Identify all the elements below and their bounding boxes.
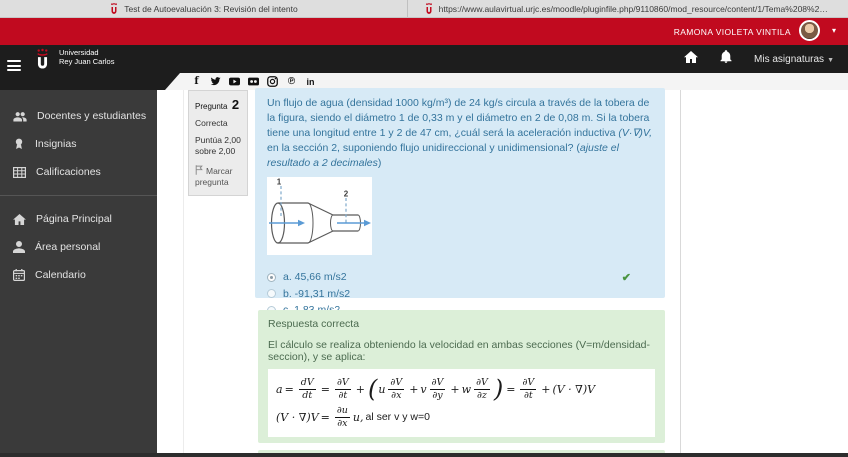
pinterest-icon[interactable]: ℗ bbox=[286, 76, 297, 87]
logo-text-line1: Universidad bbox=[59, 48, 99, 57]
sidebar-item-calendario[interactable]: Calendario bbox=[0, 261, 157, 289]
user-topbar: RAMONA VIOLETA VINTILA ▾ bbox=[0, 18, 848, 45]
feedback-general: Respuesta correcta El cálculo se realiza… bbox=[258, 310, 665, 443]
chevron-down-icon: ▼ bbox=[827, 56, 834, 64]
users-icon bbox=[13, 111, 27, 121]
user-menu-caret-icon[interactable]: ▾ bbox=[832, 26, 836, 35]
youtube-icon[interactable] bbox=[229, 76, 240, 87]
flag-question-button[interactable]: Marcar pregunta bbox=[195, 165, 242, 188]
user-name: RAMONA VIOLETA VINTILA bbox=[673, 27, 791, 37]
question-state: Correcta bbox=[195, 118, 228, 128]
sidebar-item-pagina-principal[interactable]: Página Principal bbox=[0, 205, 157, 233]
question-label: Pregunta bbox=[195, 102, 228, 111]
urjc-logo[interactable]: Universidad Rey Juan Carlos bbox=[34, 48, 114, 72]
sidebar-item-label: Calendario bbox=[35, 269, 86, 281]
sidebar: Docentes y estudiantes Insignias Calific… bbox=[0, 90, 157, 457]
bottom-window-edge bbox=[0, 453, 848, 457]
content-left-border bbox=[183, 90, 184, 457]
urjc-favicon-icon bbox=[111, 2, 118, 14]
radio-option-a[interactable] bbox=[267, 272, 276, 282]
sidebar-item-label: Docentes y estudiantes bbox=[37, 110, 147, 122]
sidebar-item-docentes[interactable]: Docentes y estudiantes bbox=[0, 102, 157, 130]
my-courses-menu[interactable]: Mis asignaturas ▼ bbox=[754, 54, 834, 65]
section-1-label: 1 bbox=[277, 178, 282, 187]
tab-title: Test de Autoevaluación 3: Revisión del i… bbox=[124, 3, 298, 14]
user-icon bbox=[13, 241, 25, 253]
sidebar-item-label: Página Principal bbox=[36, 213, 112, 225]
question-number: 2 bbox=[231, 97, 240, 112]
sidebar-item-label: Calificaciones bbox=[36, 166, 101, 178]
main-navbar: Universidad Rey Juan Carlos f ℗ in Mis a… bbox=[0, 45, 848, 90]
formula-block: a = dV dt = ∂V ∂t + ( u ∂V ∂x + v ∂V ∂y + w … bbox=[268, 369, 655, 437]
linkedin-icon[interactable]: in bbox=[305, 76, 316, 87]
option-b-label: b. -91,31 m/s2 bbox=[283, 287, 351, 300]
browser-tab-pdf[interactable]: https://www.aulavirtual.urjc.es/moodle/p… bbox=[408, 0, 848, 17]
feedback-explanation: El cálculo se realiza obteniendo la velo… bbox=[268, 339, 651, 363]
feedback-title: Respuesta correcta bbox=[268, 318, 360, 330]
sidebar-divider bbox=[0, 195, 157, 196]
sidebar-item-area-personal[interactable]: Área personal bbox=[0, 233, 157, 261]
formula-line-2: (V · ∇)V = ∂u ∂x u, al ser v y w=0 bbox=[276, 405, 430, 429]
option-a-label: a. 45,66 m/s2 bbox=[283, 271, 347, 284]
question-info-panel: Pregunta 2 Correcta Puntúa 2,00 sobre 2,… bbox=[188, 90, 248, 196]
avatar[interactable] bbox=[799, 20, 820, 41]
answer-option-a[interactable]: a. 45,66 m/s2 ✔ bbox=[267, 269, 653, 286]
screen: Test de Autoevaluación 3: Revisión del i… bbox=[0, 0, 848, 457]
twitter-icon[interactable] bbox=[210, 76, 221, 87]
question-box: Un flujo de agua (densidad 1000 kg/m³) d… bbox=[255, 88, 665, 333]
sidebar-item-label: Insignias bbox=[35, 138, 77, 150]
radio-option-b[interactable] bbox=[267, 289, 276, 299]
urjc-favicon-icon bbox=[425, 2, 432, 14]
flag-question-label2: pregunta bbox=[195, 177, 229, 187]
sidebar-item-calificaciones[interactable]: Calificaciones bbox=[0, 158, 157, 186]
calendar-icon bbox=[13, 269, 25, 281]
facebook-icon[interactable]: f bbox=[191, 76, 202, 87]
navbar-right: Mis asignaturas ▼ bbox=[684, 45, 848, 73]
tab-title-url: https://www.aulavirtual.urjc.es/moodle/p… bbox=[438, 3, 833, 14]
notifications-bell-icon[interactable] bbox=[720, 50, 732, 68]
flag-icon bbox=[195, 165, 203, 175]
question-text: Un flujo de agua (densidad 1000 kg/m³) d… bbox=[267, 97, 653, 169]
formula-line-1: a = dV dt = ∂V ∂t + ( u ∂V ∂x + v ∂V ∂y + w … bbox=[276, 375, 596, 403]
logo-text-line2: Rey Juan Carlos bbox=[59, 57, 115, 66]
nozzle-diagram: 1 2 bbox=[267, 177, 372, 255]
content-right-border bbox=[680, 90, 681, 457]
flickr-icon[interactable] bbox=[248, 76, 259, 87]
home-icon[interactable] bbox=[684, 50, 699, 68]
feedback-section: Respuesta correcta El cálculo se realiza… bbox=[258, 310, 665, 457]
sidebar-item-insignias[interactable]: Insignias bbox=[0, 130, 157, 158]
instagram-icon[interactable] bbox=[267, 76, 278, 87]
answer-option-b[interactable]: b. -91,31 m/s2 bbox=[267, 286, 653, 303]
section-2-label: 2 bbox=[344, 190, 349, 199]
badge-icon bbox=[15, 138, 23, 149]
urjc-logo-icon bbox=[37, 48, 48, 69]
browser-tab-bar: Test de Autoevaluación 3: Revisión del i… bbox=[0, 0, 848, 18]
sidebar-item-label: Área personal bbox=[35, 241, 101, 253]
correct-check-icon: ✔ bbox=[621, 272, 631, 284]
question-grade-line1: Puntúa 2,00 bbox=[195, 135, 241, 145]
home-icon bbox=[13, 213, 26, 225]
grades-table-icon bbox=[13, 166, 26, 178]
browser-tab-moodle[interactable]: Test de Autoevaluación 3: Revisión del i… bbox=[0, 0, 408, 17]
question-grade-line2: sobre 2,00 bbox=[195, 146, 236, 156]
hamburger-menu-icon[interactable] bbox=[7, 60, 21, 71]
